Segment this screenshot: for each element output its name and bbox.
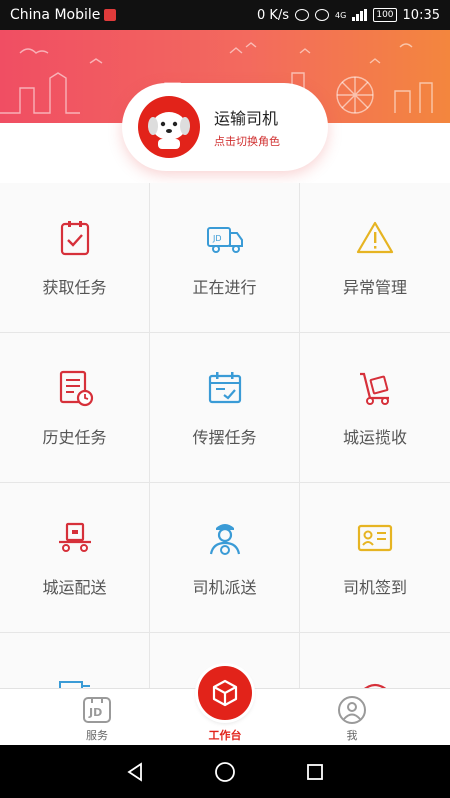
system-navigation-bar	[0, 745, 450, 798]
grid-item-city-pickup[interactable]: 城运揽收	[300, 333, 450, 483]
nav-tab-label: 我	[346, 729, 358, 742]
history-document-icon	[59, 370, 93, 406]
nav-tab-service[interactable]: JD 服务	[57, 695, 137, 743]
driver-icon	[209, 523, 240, 555]
network-speed: 0 K/s	[256, 7, 290, 23]
nav-tab-workbench[interactable]: 工作台	[185, 727, 265, 743]
warning-icon	[356, 221, 394, 253]
grid-item-get-task[interactable]: 获取任务	[0, 183, 150, 333]
grid-item-history[interactable]: 历史任务	[0, 333, 150, 483]
role-switch-card[interactable]: 运输司机 点击切换角色	[122, 83, 328, 171]
sim-icon	[104, 9, 117, 21]
avatar	[138, 96, 200, 158]
calendar-check-icon	[208, 371, 241, 403]
grid-item-label: 正在进行	[192, 277, 257, 297]
nav-tab-me[interactable]: 我	[312, 695, 392, 743]
grid-item-label: 传摆任务	[192, 427, 257, 447]
status-bar: China Mobile 0 K/s 4G 100 10:35	[0, 0, 450, 30]
jd-service-icon: JD	[83, 697, 111, 723]
function-grid: 获取任务 JD 正在进行 异常管理 历史任务 传摆任务 城运揽收 城运配送 司机…	[0, 183, 450, 693]
profile-icon	[338, 696, 366, 724]
package-icon	[212, 679, 238, 707]
carrier-name: China Mobile	[10, 7, 101, 23]
role-title: 运输司机	[214, 109, 279, 128]
battery-icon: 100	[373, 8, 397, 22]
nav-tab-label: 服务	[86, 729, 108, 742]
grid-item-partial-3[interactable]	[300, 633, 450, 693]
grid-item-city-delivery[interactable]: 城运配送	[0, 483, 150, 633]
svg-text:JD: JD	[212, 234, 222, 243]
switch-role-hint: 点击切换角色	[214, 135, 280, 148]
back-icon[interactable]	[125, 761, 145, 782]
workbench-center-button[interactable]	[198, 666, 252, 720]
eye-icon	[315, 9, 330, 21]
grid-item-label: 历史任务	[42, 427, 107, 447]
grid-item-label: 城运配送	[42, 577, 107, 597]
grid-item-label: 城运揽收	[342, 427, 407, 447]
id-card-icon	[357, 524, 393, 551]
clock: 10:35	[402, 7, 440, 23]
grid-item-label: 司机派送	[192, 577, 257, 597]
clipboard-check-icon	[60, 220, 89, 255]
network-type: 4G	[335, 10, 347, 20]
grid-item-in-progress[interactable]: JD 正在进行	[150, 183, 300, 333]
hand-truck-icon	[360, 372, 389, 405]
recents-icon[interactable]	[305, 762, 325, 782]
grid-item-label: 司机签到	[342, 577, 407, 597]
home-icon[interactable]	[214, 761, 236, 783]
grid-item-partial-1[interactable]	[0, 633, 150, 693]
grid-item-driver-delivery[interactable]: 司机派送	[150, 483, 300, 633]
jd-dog-mascot-icon	[148, 112, 190, 149]
grid-item-label: 获取任务	[42, 277, 107, 297]
alarm-icon	[295, 9, 310, 21]
delivery-truck-icon: JD	[206, 226, 243, 253]
grid-item-driver-checkin[interactable]: 司机签到	[300, 483, 450, 633]
delivery-cart-icon	[58, 522, 91, 552]
signal-icon	[352, 9, 368, 21]
svg-text:JD: JD	[88, 706, 102, 719]
grid-item-label: 异常管理	[342, 277, 407, 297]
grid-item-shuttle-task[interactable]: 传摆任务	[150, 333, 300, 483]
grid-item-exception[interactable]: 异常管理	[300, 183, 450, 333]
nav-tab-label: 工作台	[208, 729, 242, 742]
